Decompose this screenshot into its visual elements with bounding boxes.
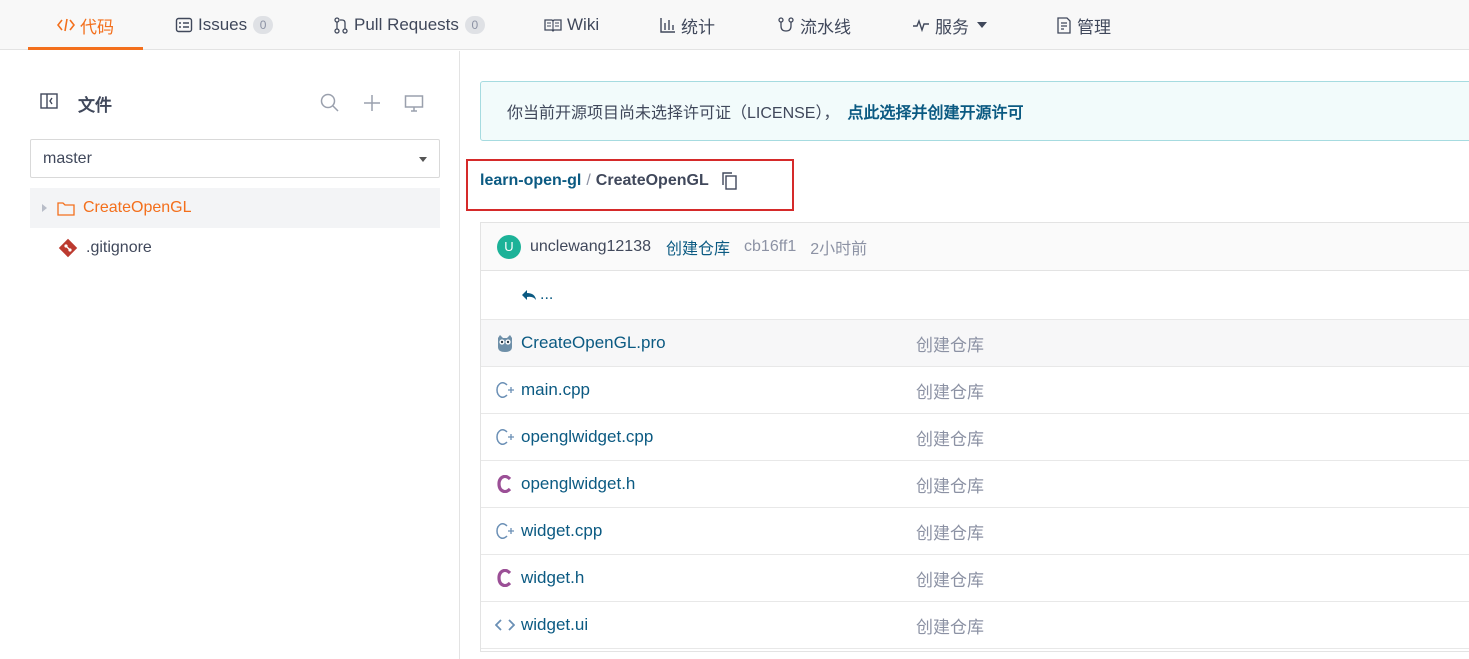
tab-services[interactable]: 服务 bbox=[912, 0, 987, 50]
file-name-link[interactable]: CreateOpenGL.pro bbox=[521, 333, 666, 353]
sidebar-tools bbox=[320, 93, 424, 118]
parent-row bbox=[481, 272, 1469, 320]
file-commit-message[interactable]: 创建仓库 bbox=[916, 378, 984, 403]
tree-item-label: CreateOpenGL bbox=[83, 199, 192, 216]
file-name-link[interactable]: widget.h bbox=[521, 568, 584, 588]
tree-item-folder[interactable]: CreateOpenGL bbox=[30, 188, 440, 228]
monitor-icon[interactable] bbox=[404, 93, 424, 118]
sidebar-header: 文件 bbox=[40, 91, 112, 116]
tab-pull-requests-label: Pull Requests bbox=[354, 15, 459, 34]
tab-code-label: 代码 bbox=[80, 17, 114, 37]
file-row[interactable]: widget.h 创建仓库 bbox=[481, 555, 1469, 602]
file-table: U unclewang12138 创建仓库 cb16ff1 2小时前 ... C… bbox=[480, 222, 1469, 652]
expand-arrow-icon[interactable] bbox=[42, 204, 47, 212]
commit-time: 2小时前 bbox=[810, 240, 868, 258]
file-row[interactable]: widget.ui 创建仓库 bbox=[481, 602, 1469, 649]
commit-message-link[interactable]: 创建仓库 bbox=[666, 235, 730, 259]
wiki-icon bbox=[544, 18, 562, 32]
create-license-link[interactable]: 点此选择并创建开源许可 bbox=[847, 99, 1023, 123]
breadcrumb-repo-link[interactable]: learn-open-gl bbox=[480, 172, 581, 190]
breadcrumb-current: CreateOpenGL bbox=[595, 172, 709, 189]
add-icon[interactable] bbox=[362, 93, 382, 118]
commit-author[interactable]: unclewang12138 bbox=[530, 238, 651, 256]
chart-icon bbox=[660, 17, 676, 33]
file-name-link[interactable]: widget.ui bbox=[521, 615, 588, 635]
file-commit-message[interactable]: 创建仓库 bbox=[916, 425, 984, 450]
tab-pull-requests[interactable]: Pull Requests 0 bbox=[333, 0, 485, 50]
c-header-icon bbox=[495, 568, 515, 588]
chevron-down-icon bbox=[419, 157, 427, 162]
search-icon[interactable] bbox=[320, 93, 340, 118]
code-file-icon bbox=[495, 615, 515, 635]
code-icon bbox=[57, 17, 75, 33]
chevron-down-icon bbox=[977, 22, 987, 28]
folder-icon bbox=[57, 201, 75, 216]
pipeline-icon bbox=[777, 17, 795, 33]
tab-issues[interactable]: Issues 0 bbox=[175, 0, 274, 50]
breadcrumb-separator: / bbox=[586, 172, 591, 189]
file-commit-message[interactable]: 创建仓库 bbox=[916, 613, 984, 638]
cpp-icon bbox=[495, 380, 515, 400]
tab-pipeline[interactable]: 流水线 bbox=[777, 0, 851, 50]
tab-wiki-label: Wiki bbox=[567, 15, 600, 34]
tab-stats[interactable]: 统计 bbox=[660, 0, 715, 50]
file-commit-message[interactable]: 创建仓库 bbox=[916, 472, 984, 497]
pulse-icon bbox=[912, 18, 930, 32]
license-notice: 你当前开源项目尚未选择许可证（LICENSE）， 点此选择并创建开源许可 bbox=[480, 81, 1469, 141]
git-icon bbox=[58, 238, 78, 258]
tab-services-label: 服务 bbox=[935, 17, 969, 37]
breadcrumb: learn-open-gl / CreateOpenGL bbox=[480, 172, 737, 190]
repo-nav: 代码 Issues 0 Pull Requests 0 Wiki 统计 流水线 bbox=[0, 0, 1469, 50]
c-header-icon bbox=[495, 474, 515, 494]
pull-request-icon bbox=[333, 16, 349, 34]
issues-count-badge: 0 bbox=[253, 16, 274, 34]
tab-stats-label: 统计 bbox=[681, 17, 715, 37]
file-commit-message[interactable]: 创建仓库 bbox=[916, 566, 984, 591]
branch-value: master bbox=[43, 149, 92, 167]
tab-pipeline-label: 流水线 bbox=[800, 17, 851, 37]
file-commit-message[interactable]: 创建仓库 bbox=[916, 519, 984, 544]
cpp-icon bbox=[495, 521, 515, 541]
collapse-sidebar-icon[interactable] bbox=[40, 93, 58, 114]
manage-icon bbox=[1056, 16, 1072, 34]
file-row[interactable]: main.cpp 创建仓库 bbox=[481, 367, 1469, 414]
owl-icon bbox=[495, 333, 515, 353]
file-row[interactable]: CreateOpenGL.pro 创建仓库 bbox=[481, 320, 1469, 367]
license-notice-text: 你当前开源项目尚未选择许可证（LICENSE）， bbox=[507, 105, 840, 122]
tree-item-file[interactable]: .gitignore bbox=[30, 228, 440, 268]
tab-manage[interactable]: 管理 bbox=[1056, 0, 1111, 50]
file-name-link[interactable]: openglwidget.h bbox=[521, 474, 635, 494]
file-name-link[interactable]: main.cpp bbox=[521, 380, 590, 400]
tab-manage-label: 管理 bbox=[1077, 17, 1111, 37]
latest-commit-bar: U unclewang12138 创建仓库 cb16ff1 2小时前 bbox=[481, 223, 1469, 271]
file-row[interactable]: widget.cpp 创建仓库 bbox=[481, 508, 1469, 555]
cpp-icon bbox=[495, 427, 515, 447]
file-name-link[interactable]: openglwidget.cpp bbox=[521, 427, 653, 447]
copy-icon[interactable] bbox=[721, 172, 737, 190]
sidebar-title: 文件 bbox=[78, 96, 112, 115]
tab-wiki[interactable]: Wiki bbox=[544, 0, 599, 50]
tab-issues-label: Issues bbox=[198, 15, 248, 34]
file-sidebar: 文件 master CreateOpenGL .gitignore bbox=[0, 51, 460, 659]
branch-select[interactable]: master bbox=[30, 139, 440, 178]
commit-hash-link[interactable]: cb16ff1 bbox=[744, 238, 796, 256]
file-name-link[interactable]: widget.cpp bbox=[521, 521, 602, 541]
file-row[interactable]: openglwidget.cpp 创建仓库 bbox=[481, 414, 1469, 461]
avatar[interactable]: U bbox=[497, 234, 521, 259]
issues-icon bbox=[175, 17, 193, 33]
tab-code[interactable]: 代码 bbox=[28, 0, 143, 50]
file-row[interactable]: openglwidget.h 创建仓库 bbox=[481, 461, 1469, 508]
pull-requests-count-badge: 0 bbox=[464, 16, 485, 34]
file-commit-message[interactable]: 创建仓库 bbox=[916, 331, 984, 356]
tree-item-label: .gitignore bbox=[86, 239, 152, 256]
